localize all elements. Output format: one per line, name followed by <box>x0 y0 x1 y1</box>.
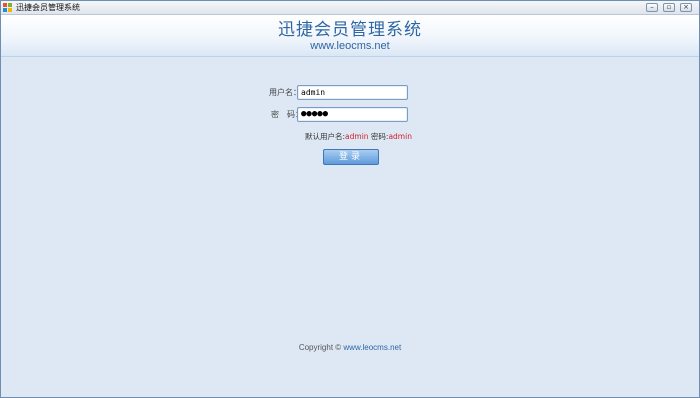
hint-password-label: 密码: <box>368 132 389 141</box>
window-title: 迅捷会员管理系统 <box>16 3 80 12</box>
username-input[interactable]: admin <box>297 85 408 100</box>
copyright-text: Copyright © <box>298 343 344 352</box>
close-button[interactable]: × <box>680 3 692 12</box>
header-banner: 迅捷会员管理系统 www.leocms.net <box>1 15 699 57</box>
site-title: 迅捷会员管理系统 <box>278 20 422 40</box>
password-input[interactable]: ●●●●● <box>297 107 408 122</box>
hint-username-label: 默认用户名: <box>305 132 346 141</box>
restore-button[interactable]: ▫ <box>663 3 675 12</box>
site-url: www.leocms.net <box>310 40 390 52</box>
copyright-link[interactable]: www.leocms.net <box>343 343 401 352</box>
minimize-button[interactable]: – <box>646 3 658 12</box>
app-logo-icon <box>3 3 13 13</box>
title-bar[interactable]: 迅捷会员管理系统 – ▫ × <box>1 1 699 15</box>
login-button[interactable]: 登录 <box>323 149 379 165</box>
default-credentials-hint: 默认用户名:admin 密码:admin <box>305 132 412 142</box>
hint-username: admin <box>345 132 369 141</box>
app-window: 迅捷会员管理系统 – ▫ × 迅捷会员管理系统 www.leocms.net 用… <box>0 0 700 398</box>
copyright: Copyright © www.leocms.net <box>1 343 699 353</box>
hint-password: admin <box>388 132 412 141</box>
